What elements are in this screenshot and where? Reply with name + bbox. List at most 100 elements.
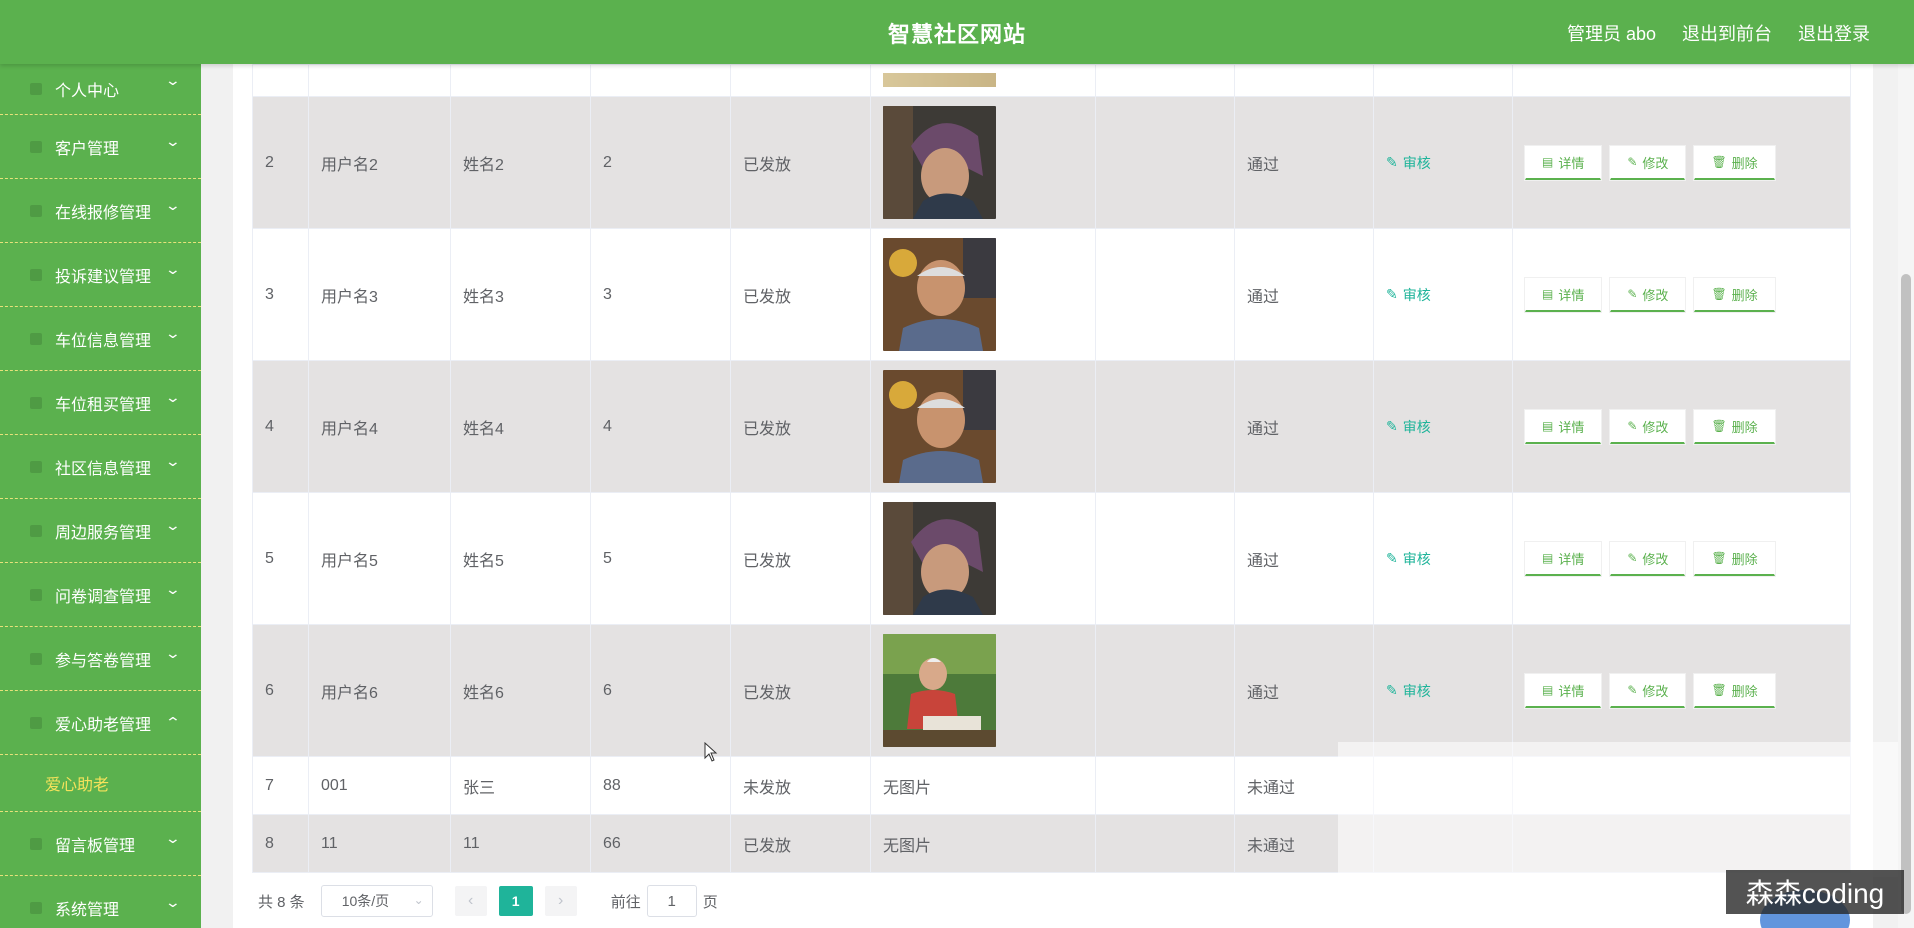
sidebar-item-label: 周边服务管理: [55, 524, 152, 542]
username-cell: 用户名6: [308, 624, 451, 757]
edit-label: 修改: [1642, 419, 1669, 435]
delete-button[interactable]: 🗑 删除: [1694, 409, 1775, 444]
current-page[interactable]: 1: [498, 886, 533, 916]
edit-icon: ✎: [1627, 683, 1638, 697]
row-index: 7: [252, 756, 309, 815]
row-index: 6: [252, 624, 309, 757]
edit-icon: ✎: [1627, 551, 1638, 565]
jump-page-input[interactable]: 1: [646, 885, 697, 917]
sidebar-item-parking-rent[interactable]: 车位租买管理 ⌄: [0, 371, 201, 435]
detail-button[interactable]: ▤ 详情: [1525, 673, 1602, 708]
number-cell: 4: [590, 360, 731, 493]
page-size-select[interactable]: 10条/页 ⌄: [320, 885, 433, 917]
detail-button[interactable]: ▤ 详情: [1525, 277, 1602, 312]
sidebar-item-customers[interactable]: 客户管理 ⌄: [0, 115, 201, 179]
result-cell: 通过: [1234, 624, 1374, 757]
delete-button[interactable]: 🗑 删除: [1694, 145, 1775, 180]
table-row: 2 用户名2 姓名2 2 已发放 通过 ✎ 审核 ▤ 详情 ✎ 修改 🗑 删除: [252, 96, 1851, 229]
delete-button[interactable]: 🗑 删除: [1694, 277, 1775, 312]
sidebar-item-label: 车位租买管理: [55, 396, 152, 414]
prev-page-button[interactable]: ‹: [454, 886, 487, 916]
username-cell: 用户名5: [308, 492, 451, 625]
chevron-down-icon: ⌄: [164, 453, 182, 469]
photo-thumbnail[interactable]: [883, 238, 996, 351]
name-cell: 张三: [450, 756, 591, 815]
audit-link[interactable]: ✎ 审核: [1386, 417, 1431, 437]
audit-link[interactable]: ✎ 审核: [1386, 153, 1431, 173]
detail-label: 详情: [1558, 155, 1585, 171]
document-icon: ▤: [1542, 551, 1554, 565]
audit-label: 审核: [1402, 154, 1431, 171]
number-cell: 66: [590, 814, 731, 873]
next-page-button[interactable]: ›: [544, 886, 577, 916]
name-cell: 姓名2: [450, 96, 591, 229]
trash-icon: 🗑: [1711, 287, 1727, 301]
edit-label: 修改: [1642, 155, 1669, 171]
audit-label: 审核: [1402, 418, 1431, 435]
back-to-front-link[interactable]: 退出到前台: [1682, 20, 1772, 46]
sidebar-menu: 个人中心 ⌄ 客户管理 ⌄ 在线报修管理 ⌄ 投诉建议管理 ⌄ 车位信息管理 ⌄…: [0, 64, 201, 928]
status-cell: 未发放: [730, 756, 871, 815]
sidebar-item-label: 参与答卷管理: [55, 652, 152, 670]
chevron-down-icon: ⌄: [164, 325, 182, 341]
sidebar-item-parking-info[interactable]: 车位信息管理 ⌄: [0, 307, 201, 371]
photo-thumbnail[interactable]: [883, 634, 996, 747]
sidebar-item-complaints[interactable]: 投诉建议管理 ⌄: [0, 243, 201, 307]
photo-thumbnail[interactable]: [883, 502, 996, 615]
delete-button[interactable]: 🗑 删除: [1694, 673, 1775, 708]
edit-button[interactable]: ✎ 修改: [1610, 541, 1686, 576]
chevron-up-icon: ⌄: [164, 714, 182, 730]
user-icon: [28, 81, 44, 97]
row-index: 4: [252, 360, 309, 493]
detail-label: 详情: [1558, 683, 1585, 699]
delete-label: 删除: [1731, 683, 1758, 699]
customers-icon: [28, 139, 44, 155]
name-cell: 11: [450, 814, 591, 873]
name-cell: 姓名5: [450, 492, 591, 625]
table-row: 4 用户名4 姓名4 4 已发放 通过 ✎ 审核 ▤ 详情 ✎ 修改 🗑 删除: [252, 360, 1851, 493]
scrollbar-thumb[interactable]: [1901, 274, 1911, 914]
sidebar-item-message-board[interactable]: 留言板管理 ⌄: [0, 812, 201, 876]
audit-link[interactable]: ✎ 审核: [1386, 681, 1431, 701]
sidebar-item-nearby-services[interactable]: 周边服务管理 ⌄: [0, 499, 201, 563]
detail-button[interactable]: ▤ 详情: [1525, 409, 1602, 444]
edit-button[interactable]: ✎ 修改: [1610, 409, 1686, 444]
audit-link[interactable]: ✎ 审核: [1386, 285, 1431, 305]
status-cell: 已发放: [730, 360, 871, 493]
photo-thumbnail[interactable]: [883, 370, 996, 483]
detail-label: 详情: [1558, 551, 1585, 567]
row-index: 8: [252, 814, 309, 873]
sidebar-item-personal-center[interactable]: 个人中心 ⌄: [0, 64, 201, 115]
edit-label: 修改: [1642, 551, 1669, 567]
sidebar-item-answers[interactable]: 参与答卷管理 ⌄: [0, 627, 201, 691]
complaint-icon: [28, 267, 44, 283]
document-icon: ▤: [1542, 155, 1554, 169]
watermark-text: 森森coding: [1726, 870, 1904, 914]
edit-button[interactable]: ✎ 修改: [1610, 277, 1686, 312]
photo-thumbnail[interactable]: [883, 106, 996, 219]
delete-label: 删除: [1731, 287, 1758, 303]
edit-button[interactable]: ✎ 修改: [1610, 145, 1686, 180]
services-icon: [28, 523, 44, 539]
photo-thumbnail[interactable]: [883, 72, 996, 87]
chevron-down-icon: ⌄: [164, 72, 182, 88]
table-row: 6 用户名6 姓名6 6 已发放 通过 ✎ 审核 ▤ 详情 ✎ 修改 🗑 删除: [252, 624, 1851, 757]
rent-icon: [28, 395, 44, 411]
chevron-down-icon: ⌄: [164, 389, 182, 405]
sidebar-item-repair[interactable]: 在线报修管理 ⌄: [0, 179, 201, 243]
sidebar-item-system[interactable]: 系统管理 ⌄: [0, 876, 201, 928]
detail-button[interactable]: ▤ 详情: [1525, 541, 1602, 576]
logout-link[interactable]: 退出登录: [1798, 20, 1870, 46]
detail-button[interactable]: ▤ 详情: [1525, 145, 1602, 180]
sidebar-item-elder-care[interactable]: 爱心助老管理 ⌄: [0, 691, 201, 755]
edit-button[interactable]: ✎ 修改: [1610, 673, 1686, 708]
sidebar-subitem-elder-care[interactable]: 爱心助老: [0, 755, 201, 812]
admin-user-link[interactable]: 管理员 abo: [1567, 20, 1656, 46]
sidebar-item-surveys[interactable]: 问卷调查管理 ⌄: [0, 563, 201, 627]
sidebar-item-community-info[interactable]: 社区信息管理 ⌄: [0, 435, 201, 499]
delete-button[interactable]: 🗑 删除: [1694, 541, 1775, 576]
page-scrollbar[interactable]: [1898, 64, 1914, 928]
username-cell: 用户名4: [308, 360, 451, 493]
audit-link[interactable]: ✎ 审核: [1386, 549, 1431, 569]
sidebar-item-label: 爱心助老管理: [55, 716, 152, 734]
